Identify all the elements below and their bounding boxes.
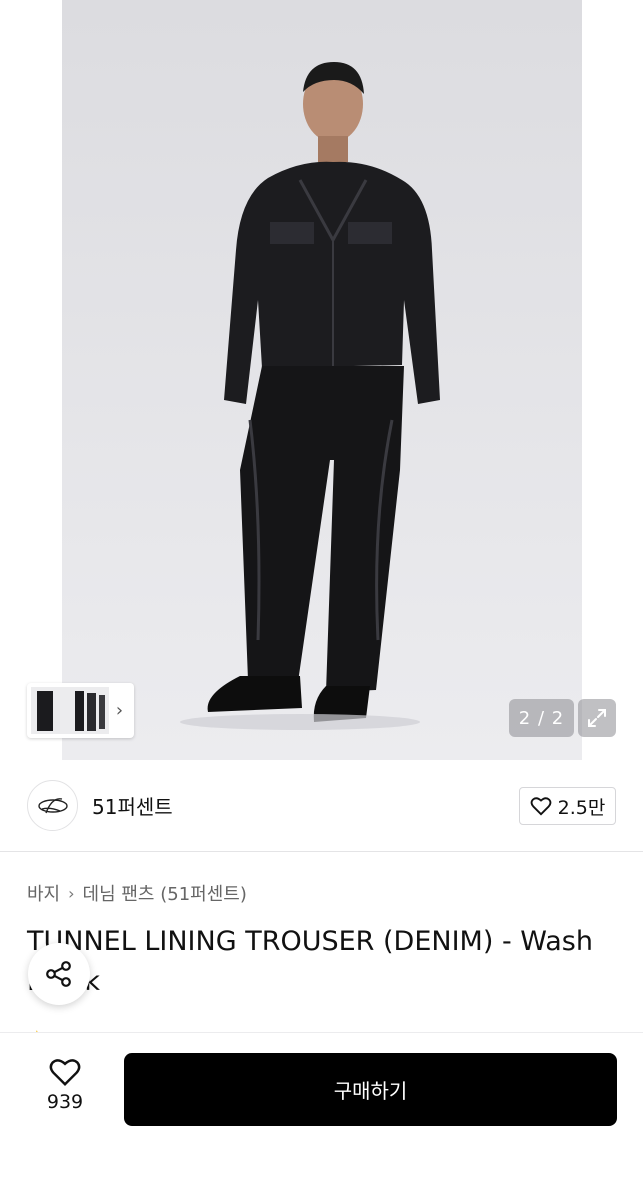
image-pager: 2 / 2 [509, 699, 574, 737]
brand-row[interactable]: 51퍼센트 2.5만 [0, 760, 643, 852]
wishlist-button[interactable]: 939 [30, 1057, 100, 1127]
wishlist-count: 939 [46, 1091, 84, 1113]
share-icon [46, 961, 71, 987]
chevron-right-icon[interactable]: › [109, 701, 130, 720]
brand-like-count: 2.5만 [557, 796, 606, 819]
buy-button[interactable]: 구매하기 [124, 1053, 617, 1126]
thumbnail-strip[interactable]: › [27, 683, 134, 738]
brand-name[interactable]: 51퍼센트 [92, 791, 173, 820]
breadcrumb: 바지 › 데님 팬츠 (51퍼센트) [27, 880, 247, 906]
breadcrumb-item-denim-pants[interactable]: 데님 팬츠 (51퍼센트) [83, 880, 247, 906]
bottom-action-bar: 939 구매하기 [0, 1032, 643, 1200]
expand-button[interactable] [578, 699, 616, 737]
heart-icon [530, 797, 551, 816]
product-photo[interactable] [0, 0, 643, 760]
brand-logo[interactable] [27, 780, 78, 831]
heart-icon [49, 1059, 81, 1087]
thumbnail-images[interactable] [31, 687, 109, 734]
expand-icon [588, 709, 606, 727]
product-image-gallery[interactable]: › 2 / 2 [0, 0, 643, 760]
brand-like-button[interactable]: 2.5만 [519, 787, 616, 825]
share-button[interactable] [28, 943, 90, 1005]
chevron-right-icon: › [68, 883, 75, 903]
product-title: TUNNEL LINING TROUSER (DENIM) - Wash Bla… [27, 926, 593, 997]
breadcrumb-item-pants[interactable]: 바지 [27, 880, 60, 906]
